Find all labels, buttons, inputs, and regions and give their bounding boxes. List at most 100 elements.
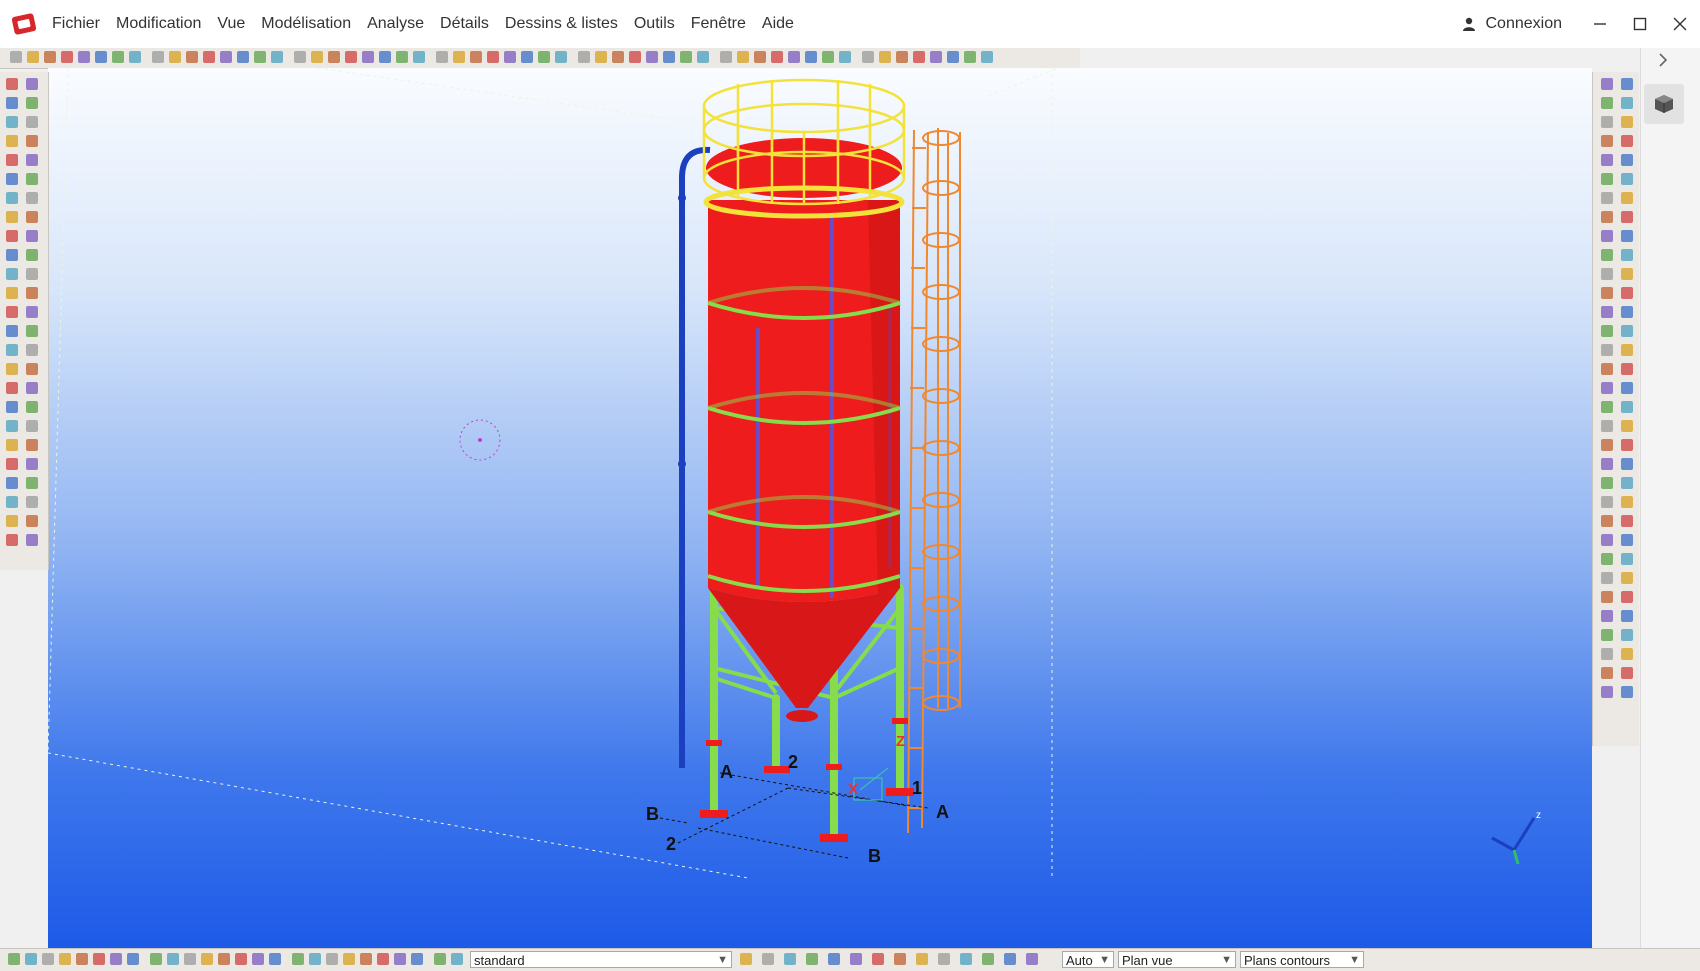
left-tool-button[interactable] [6, 97, 18, 109]
right-tool-button[interactable] [1601, 667, 1613, 679]
status-tool-button[interactable] [76, 953, 88, 965]
chevron-right-icon[interactable] [1656, 52, 1670, 68]
toolbar-tool-button[interactable] [612, 51, 624, 63]
right-tool-button[interactable] [1601, 591, 1613, 603]
toolbar-tool-button[interactable] [95, 51, 107, 63]
left-tool-button[interactable] [6, 439, 18, 451]
right-tool-button[interactable] [1621, 344, 1633, 356]
toolbar-tool-button[interactable] [436, 51, 448, 63]
right-tool-button[interactable] [1621, 610, 1633, 622]
right-tool-button[interactable] [1601, 363, 1613, 375]
close-button[interactable] [1660, 0, 1700, 48]
toolbar-tool-button[interactable] [27, 51, 39, 63]
left-tool-button[interactable] [26, 268, 38, 280]
left-tool-button[interactable] [6, 515, 18, 527]
left-tool-button[interactable] [26, 344, 38, 356]
left-tool-button[interactable] [6, 401, 18, 413]
right-tool-button[interactable] [1621, 78, 1633, 90]
right-tool-button[interactable] [1621, 306, 1633, 318]
right-tool-button[interactable] [1601, 325, 1613, 337]
right-tool-button[interactable] [1601, 477, 1613, 489]
snap-tool-button[interactable] [894, 953, 906, 965]
toolbar-tool-button[interactable] [521, 51, 533, 63]
left-tool-button[interactable] [6, 325, 18, 337]
toolbar-tool-button[interactable] [152, 51, 164, 63]
status-tool-button[interactable] [42, 953, 54, 965]
toolbar-tool-button[interactable] [129, 51, 141, 63]
menu-item-vue[interactable]: Vue [217, 15, 245, 33]
menu-item-mod-lisation[interactable]: Modélisation [261, 15, 351, 33]
menu-item-analyse[interactable]: Analyse [367, 15, 424, 33]
right-tool-button[interactable] [1621, 458, 1633, 470]
status-tool-button[interactable] [93, 953, 105, 965]
snap-tool-button[interactable] [1004, 953, 1016, 965]
left-tool-button[interactable] [26, 420, 38, 432]
right-tool-button[interactable] [1601, 192, 1613, 204]
left-tool-button[interactable] [26, 534, 38, 546]
status-tool-button[interactable] [110, 953, 122, 965]
status-tool-button[interactable] [252, 953, 264, 965]
toolbar-tool-button[interactable] [754, 51, 766, 63]
toolbar-tool-button[interactable] [504, 51, 516, 63]
right-tool-button[interactable] [1621, 591, 1633, 603]
status-tool-button[interactable] [292, 953, 304, 965]
status-tool-button[interactable] [411, 953, 423, 965]
toolbar-tool-button[interactable] [555, 51, 567, 63]
right-tool-button[interactable] [1621, 629, 1633, 641]
toolbar-tool-button[interactable] [413, 51, 425, 63]
toolbar-tool-button[interactable] [10, 51, 22, 63]
toolbar-tool-button[interactable] [913, 51, 925, 63]
status-tool-button[interactable] [127, 953, 139, 965]
right-tool-button[interactable] [1621, 439, 1633, 451]
right-tool-button[interactable] [1601, 572, 1613, 584]
toolbar-tool-button[interactable] [720, 51, 732, 63]
toolbar-tool-button[interactable] [112, 51, 124, 63]
left-tool-button[interactable] [6, 135, 18, 147]
left-tool-button[interactable] [6, 230, 18, 242]
status-tool-button[interactable] [8, 953, 20, 965]
snap-tool-button[interactable] [850, 953, 862, 965]
toolbar-tool-button[interactable] [879, 51, 891, 63]
right-tool-button[interactable] [1621, 572, 1633, 584]
toolbar-tool-button[interactable] [771, 51, 783, 63]
right-tool-button[interactable] [1621, 477, 1633, 489]
toolbar-tool-button[interactable] [379, 51, 391, 63]
right-tool-button[interactable] [1621, 287, 1633, 299]
status-tool-button[interactable] [25, 953, 37, 965]
right-tool-button[interactable] [1601, 686, 1613, 698]
right-tool-button[interactable] [1621, 648, 1633, 660]
snap-tool-button[interactable] [740, 953, 752, 965]
right-tool-button[interactable] [1621, 230, 1633, 242]
right-tool-button[interactable] [1601, 439, 1613, 451]
toolbar-tool-button[interactable] [930, 51, 942, 63]
right-tool-button[interactable] [1621, 515, 1633, 527]
toolbar-tool-button[interactable] [294, 51, 306, 63]
left-tool-button[interactable] [26, 515, 38, 527]
toolbar-tool-button[interactable] [487, 51, 499, 63]
status-tool-button[interactable] [269, 953, 281, 965]
right-tool-button[interactable] [1601, 230, 1613, 242]
left-tool-button[interactable] [26, 192, 38, 204]
toolbar-tool-button[interactable] [595, 51, 607, 63]
left-tool-button[interactable] [26, 230, 38, 242]
right-tool-button[interactable] [1621, 534, 1633, 546]
left-tool-button[interactable] [26, 363, 38, 375]
status-tool-button[interactable] [201, 953, 213, 965]
right-tool-button[interactable] [1621, 325, 1633, 337]
left-tool-button[interactable] [26, 97, 38, 109]
menu-item-aide[interactable]: Aide [762, 15, 794, 33]
left-tool-button[interactable] [6, 211, 18, 223]
left-tool-button[interactable] [6, 382, 18, 394]
left-tool-button[interactable] [6, 173, 18, 185]
toolbar-tool-button[interactable] [981, 51, 993, 63]
right-tool-button[interactable] [1601, 420, 1613, 432]
right-tool-button[interactable] [1601, 211, 1613, 223]
snap-tool-button[interactable] [806, 953, 818, 965]
left-tool-button[interactable] [6, 154, 18, 166]
status-tool-button[interactable] [218, 953, 230, 965]
right-tool-button[interactable] [1601, 344, 1613, 356]
right-tool-button[interactable] [1621, 363, 1633, 375]
left-tool-button[interactable] [6, 192, 18, 204]
toolbar-tool-button[interactable] [896, 51, 908, 63]
left-tool-button[interactable] [26, 249, 38, 261]
